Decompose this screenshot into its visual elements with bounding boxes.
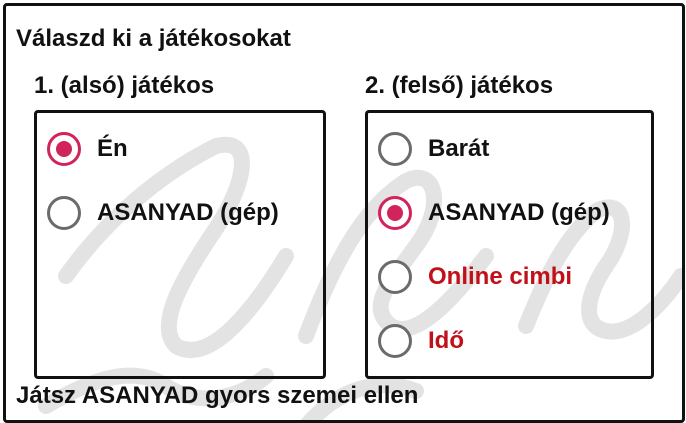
option-label: Online cimbi [428, 263, 573, 290]
player2-option-friend[interactable]: Barát [378, 129, 489, 169]
option-label: ASANYAD (gép) [97, 199, 279, 226]
player2-option-online[interactable]: Online cimbi [378, 257, 572, 297]
player2-heading: 2. (felső) játékos [365, 72, 554, 99]
dialog-title: Válaszd ki a játékosokat [16, 25, 291, 52]
option-label: Barát [428, 135, 490, 162]
option-label: Idő [428, 327, 464, 354]
player1-option-me[interactable]: Én [47, 129, 128, 169]
player2-option-time[interactable]: Idő [378, 321, 464, 361]
player1-option-asanyad[interactable]: ASANYAD (gép) [47, 193, 279, 233]
radio-checked-icon[interactable] [378, 196, 412, 230]
option-label: Én [97, 135, 128, 162]
player-select-dialog: Válaszd ki a játékosokat 1. (alsó) játék… [3, 3, 685, 423]
footer-text: Játsz ASANYAD gyors szemei ellen [16, 382, 419, 409]
player1-heading: 1. (alsó) játékos [34, 72, 215, 99]
player2-options-box: Barát ASANYAD (gép) Online cimbi Idő [365, 110, 654, 379]
player2-option-asanyad[interactable]: ASANYAD (gép) [378, 193, 610, 233]
player1-options-box: Én ASANYAD (gép) [34, 110, 326, 379]
radio-unchecked-icon[interactable] [378, 132, 412, 166]
option-label: ASANYAD (gép) [428, 199, 610, 226]
radio-unchecked-icon[interactable] [378, 324, 412, 358]
radio-unchecked-icon[interactable] [47, 196, 81, 230]
radio-checked-icon[interactable] [47, 132, 81, 166]
radio-unchecked-icon[interactable] [378, 260, 412, 294]
